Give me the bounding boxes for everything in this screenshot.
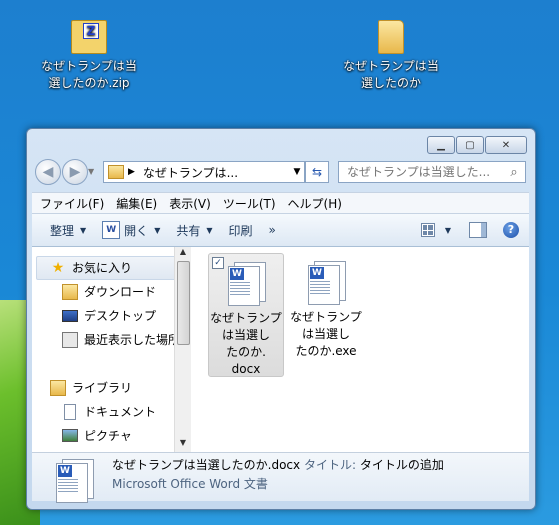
file-label: は当選し	[221, 328, 270, 342]
close-button[interactable]: ✕	[485, 136, 527, 154]
organize-button[interactable]: 整理 ▼	[50, 222, 86, 239]
menu-file[interactable]: ファイル(F)	[40, 195, 104, 212]
chevron-down-icon: ▼	[80, 225, 87, 235]
file-label: たのか.	[226, 345, 266, 359]
menu-view[interactable]: 表示(V)	[169, 195, 211, 212]
desktop-icon-label: なぜトランプは当	[343, 59, 439, 73]
share-button[interactable]: 共有 ▼	[176, 222, 212, 239]
scroll-up-icon[interactable]: ▲	[175, 247, 191, 261]
menu-bar: ファイル(F) 編集(E) 表示(V) ツール(T) ヘルプ(H)	[32, 192, 529, 214]
desktop-icon-zip[interactable]: Z なぜトランプは当 選したのか.zip	[34, 20, 144, 92]
organize-label: 整理	[50, 223, 75, 238]
details-pane: W なぜトランプは当選したのか.docx タイトル: タイトルの追加 Micro…	[32, 453, 529, 503]
file-label: たのか.exe	[295, 344, 357, 358]
search-box[interactable]: ⌕	[338, 161, 526, 183]
file-item-docx[interactable]: ✓ W なぜトランプ は当選し たのか. docx	[208, 253, 284, 377]
nav-item-recent-places[interactable]: 最近表示した場所	[62, 331, 180, 348]
change-view-icon[interactable]	[420, 223, 435, 237]
print-button[interactable]: 印刷	[229, 222, 253, 239]
pictures-icon	[62, 429, 78, 442]
command-bar: 整理 ▼ W 開く ▼ 共有 ▼ 印刷 » ▼ ?	[32, 214, 529, 247]
file-label: なぜトランプ	[290, 310, 362, 324]
word-icon: W	[102, 221, 121, 239]
recent-pages-dropdown[interactable]: ▼	[88, 167, 94, 176]
explorer-window: ▁ ▢ ✕ ◀ ▶ ▼ ▶ なぜトランプは... ▼ ⇆ ⌕ ファイル(F) 編…	[26, 128, 536, 510]
desktop-icon-label: 選したのか.zip	[48, 76, 130, 90]
chevron-down-icon: ▼	[206, 225, 213, 235]
share-label: 共有	[176, 223, 201, 238]
documents-icon	[64, 403, 76, 420]
file-label: なぜトランプ	[210, 311, 282, 325]
file-list: ✓ W なぜトランプ は当選し たのか. docx W なぜトランプ は当選し …	[192, 247, 529, 452]
search-input[interactable]	[339, 164, 503, 180]
recent-places-icon	[62, 331, 78, 348]
menu-tools[interactable]: ツール(T)	[223, 195, 276, 212]
desktop-icon-folder[interactable]: なぜトランプは当 選したのか	[336, 20, 446, 92]
refresh-button[interactable]: ⇆	[305, 161, 329, 183]
forward-button[interactable]: ▶	[62, 159, 88, 185]
nav-scrollbar[interactable]: ▲ ▼	[174, 247, 191, 452]
nav-item-libraries[interactable]: ライブラリ	[50, 379, 132, 396]
maximize-button[interactable]: ▢	[456, 136, 484, 154]
back-button[interactable]: ◀	[35, 159, 61, 185]
open-button[interactable]: W 開く ▼	[102, 221, 160, 239]
desktop-icon-label: 選したのか	[360, 76, 421, 90]
address-text: なぜトランプは...	[142, 165, 239, 180]
checkbox-icon[interactable]: ✓	[212, 257, 224, 269]
print-label: 印刷	[228, 223, 253, 238]
view-dropdown-icon[interactable]: ▼	[445, 226, 451, 235]
nav-label: ドキュメント	[84, 405, 157, 419]
word-document-icon: W	[304, 259, 348, 305]
more-commands-button[interactable]: »	[269, 223, 276, 237]
word-document-icon: W	[52, 457, 96, 503]
file-label: は当選し	[301, 327, 350, 341]
nav-label: お気に入り	[72, 261, 133, 275]
menu-help[interactable]: ヘルプ(H)	[288, 195, 342, 212]
nav-item-documents[interactable]: ドキュメント	[62, 403, 156, 420]
downloads-icon	[62, 283, 78, 300]
zip-file-icon: Z	[71, 20, 107, 54]
nav-label: 最近表示した場所	[84, 333, 181, 347]
nav-label: ライブラリ	[72, 381, 133, 395]
nav-item-pictures[interactable]: ピクチャ	[62, 427, 132, 444]
navigation-bar: ◀ ▶ ▼ ▶ なぜトランプは... ▼ ⇆ ⌕	[35, 159, 527, 185]
content-area: ★ お気に入り ダウンロード デスクトップ 最近表示した場所 ライブラリ ドキュ…	[32, 247, 529, 453]
desktop-icon	[62, 309, 78, 322]
navigation-pane: ★ お気に入り ダウンロード デスクトップ 最近表示した場所 ライブラリ ドキュ…	[32, 247, 180, 452]
nav-label: ダウンロード	[84, 285, 157, 299]
scroll-down-icon[interactable]: ▼	[175, 438, 191, 452]
file-item-exe[interactable]: W なぜトランプ は当選し たのか.exe	[288, 253, 364, 363]
caption-buttons: ▁ ▢ ✕	[426, 136, 527, 154]
folder-icon	[108, 165, 124, 179]
nav-item-favorites[interactable]: ★ お気に入り	[50, 259, 132, 276]
details-title-value[interactable]: タイトルの追加	[360, 458, 444, 472]
details-file-type: Microsoft Office Word 文書	[112, 477, 268, 491]
libraries-icon	[50, 379, 66, 396]
folder-icon	[378, 20, 404, 54]
star-icon: ★	[51, 259, 65, 276]
menu-edit[interactable]: 編集(E)	[116, 195, 157, 212]
file-label: docx	[231, 362, 261, 376]
nav-label: デスクトップ	[84, 309, 157, 323]
details-filename: なぜトランプは当選したのか.docx	[112, 458, 301, 472]
nav-item-downloads[interactable]: ダウンロード	[62, 283, 156, 300]
nav-label: ピクチャ	[84, 429, 132, 443]
open-label: 開く	[124, 223, 149, 238]
preview-pane-icon[interactable]	[469, 222, 487, 238]
nav-item-desktop[interactable]: デスクトップ	[62, 307, 156, 324]
search-icon[interactable]: ⌕	[503, 165, 525, 180]
details-filename-row: なぜトランプは当選したのか.docx タイトル: タイトルの追加	[112, 456, 444, 473]
desktop-icon-label: なぜトランプは当	[41, 59, 137, 73]
address-dropdown-icon[interactable]: ▼	[290, 167, 304, 177]
chevron-down-icon: ▼	[154, 225, 161, 235]
help-icon[interactable]: ?	[503, 222, 519, 238]
minimize-button[interactable]: ▁	[427, 136, 455, 154]
address-bar[interactable]: ▶ なぜトランプは... ▼	[103, 161, 305, 183]
more-label: »	[268, 223, 276, 237]
scroll-thumb[interactable]	[177, 261, 190, 345]
breadcrumb-arrow-icon[interactable]: ▶	[128, 167, 135, 177]
details-title-label: タイトル:	[303, 458, 356, 472]
word-document-icon: W	[224, 260, 268, 306]
